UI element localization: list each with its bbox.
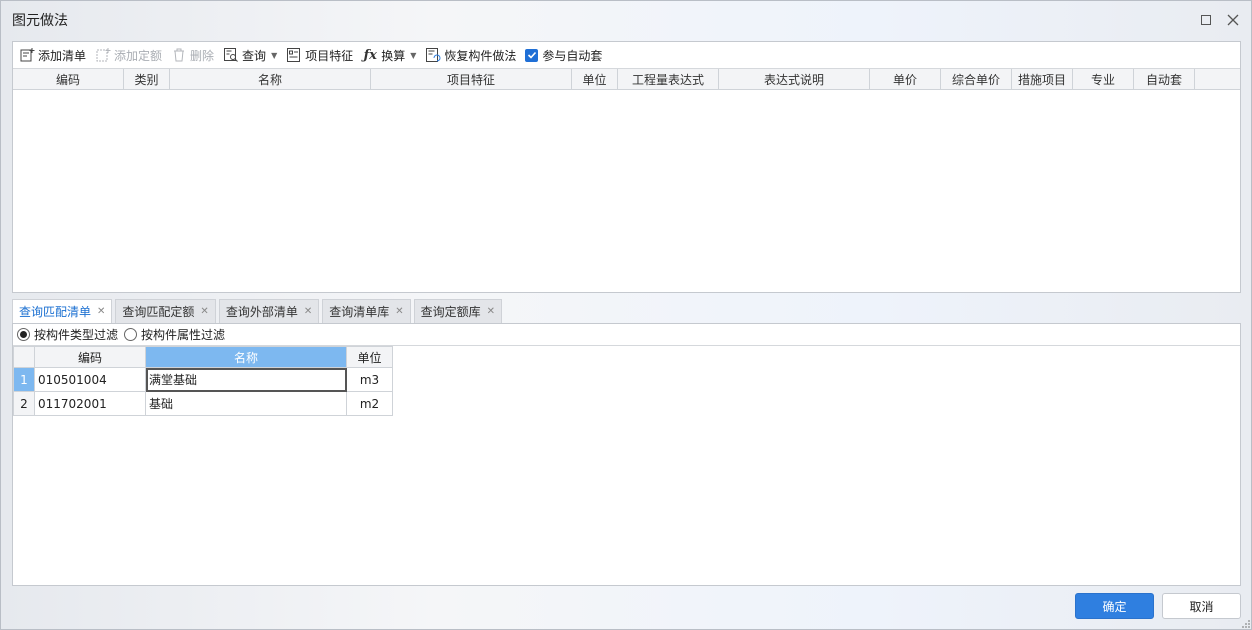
- column-header[interactable]: 项目特征: [371, 69, 572, 89]
- close-tab-icon[interactable]: ✕: [200, 306, 208, 317]
- row-number: 1: [13, 367, 35, 392]
- code-cell[interactable]: 011702001: [34, 391, 146, 416]
- tab-label: 查询外部清单: [225, 305, 298, 319]
- radio-empty-icon: [124, 328, 138, 341]
- query-tabs: 查询匹配清单 ✕ 查询匹配定额 ✕ 查询外部清单 ✕ 查询清单库 ✕ 查询定额库 ✕: [12, 299, 505, 323]
- column-header[interactable]: 编码: [34, 346, 146, 368]
- filter-by-type-radio[interactable]: 按构件类型过滤: [17, 326, 118, 343]
- toolbar: 添加清单 添加定额 删除 查询 ▼ 项目特征 ƒx 换算 ▼ 恢复构件做法 参与…: [13, 42, 1240, 69]
- auto-apply-label: 参与自动套: [542, 48, 603, 63]
- column-header[interactable]: 单位: [346, 346, 393, 368]
- convert-button[interactable]: ƒx 换算 ▼: [362, 47, 417, 64]
- radio-selected-icon: [17, 328, 30, 341]
- table-row[interactable]: 1 010501004 满堂基础 m3: [13, 367, 393, 392]
- method-panel: 添加清单 添加定额 删除 查询 ▼ 项目特征 ƒx 换算 ▼ 恢复构件做法 参与…: [12, 41, 1241, 293]
- close-icon: [1227, 14, 1239, 26]
- name-cell[interactable]: 满堂基础: [145, 367, 347, 392]
- tab-match-quota[interactable]: 查询匹配定额 ✕: [115, 299, 216, 323]
- resize-grip-icon[interactable]: [1241, 619, 1251, 629]
- close-button[interactable]: [1223, 10, 1243, 30]
- column-header[interactable]: 表达式说明: [719, 69, 870, 89]
- convert-label: 换算: [381, 48, 406, 63]
- dialog-window: 图元做法 添加清单 添加定额 删除 查询 ▼ 项目特征 ƒx 换算 ▼ 恢复构件…: [0, 0, 1252, 630]
- add-list-button[interactable]: 添加清单: [19, 47, 86, 64]
- column-header[interactable]: 单位: [572, 69, 618, 89]
- row-number-header: [13, 346, 35, 368]
- query-icon: [223, 47, 239, 63]
- filter-by-attr-label: 按构件属性过滤: [141, 328, 226, 342]
- close-tab-icon[interactable]: ✕: [304, 306, 312, 317]
- tab-label: 查询清单库: [329, 305, 390, 319]
- match-list-table: 编码 名称 单位 1 010501004 满堂基础 m3 2 011702001…: [13, 346, 393, 416]
- tab-label: 查询匹配定额: [122, 305, 195, 319]
- column-header[interactable]: 名称: [145, 346, 347, 368]
- query-panel: 按构件类型过滤 按构件属性过滤 编码 名称 单位 1 010501004 满堂基…: [12, 323, 1241, 586]
- caret-down-icon: ▼: [271, 50, 278, 60]
- checkmark-icon: [525, 48, 539, 62]
- tab-match-list[interactable]: 查询匹配清单 ✕: [12, 299, 113, 323]
- add-quota-icon: [95, 47, 111, 63]
- delete-button[interactable]: 删除: [171, 47, 214, 64]
- item-feature-label: 项目特征: [305, 48, 354, 63]
- title-bar: 图元做法: [1, 1, 1251, 39]
- filter-bar: 按构件类型过滤 按构件属性过滤: [13, 324, 1240, 346]
- restore-icon: [425, 47, 441, 63]
- table-row[interactable]: 2 011702001 基础 m2: [13, 391, 393, 416]
- add-list-icon: [19, 47, 35, 63]
- table-header-row: 编码 名称 单位: [13, 346, 393, 368]
- close-tab-icon[interactable]: ✕: [395, 306, 403, 317]
- column-header[interactable]: 措施项目: [1012, 69, 1073, 89]
- caret-down-icon: ▼: [410, 50, 417, 60]
- column-header[interactable]: 自动套: [1134, 69, 1195, 89]
- code-cell[interactable]: 010501004: [34, 367, 146, 392]
- method-grid-header: 编码 类别 名称 项目特征 单位 工程量表达式 表达式说明 单价 综合单价 措施…: [13, 69, 1240, 90]
- column-header[interactable]: 编码: [13, 69, 124, 89]
- column-header[interactable]: 专业: [1073, 69, 1134, 89]
- delete-label: 删除: [190, 48, 215, 63]
- auto-apply-checkbox[interactable]: 参与自动套: [525, 47, 602, 64]
- window-title: 图元做法: [12, 13, 68, 29]
- column-header[interactable]: 工程量表达式: [618, 69, 719, 89]
- column-header[interactable]: 类别: [124, 69, 170, 89]
- restore-label: 恢复构件做法: [444, 48, 517, 63]
- close-tab-icon[interactable]: ✕: [487, 306, 495, 317]
- name-cell[interactable]: 基础: [145, 391, 347, 416]
- column-header[interactable]: 名称: [170, 69, 371, 89]
- ok-button[interactable]: 确定: [1075, 593, 1154, 619]
- tab-label: 查询定额库: [420, 305, 481, 319]
- close-tab-icon[interactable]: ✕: [97, 306, 105, 317]
- add-quota-label: 添加定额: [114, 48, 163, 63]
- tab-list-library[interactable]: 查询清单库 ✕: [322, 299, 411, 323]
- filter-by-type-label: 按构件类型过滤: [34, 328, 119, 342]
- row-number: 2: [13, 391, 35, 416]
- add-list-label: 添加清单: [38, 48, 87, 63]
- item-feature-button[interactable]: 项目特征: [286, 47, 353, 64]
- column-header[interactable]: 综合单价: [941, 69, 1012, 89]
- tab-quota-library[interactable]: 查询定额库 ✕: [413, 299, 503, 323]
- filter-by-attr-radio[interactable]: 按构件属性过滤: [124, 326, 225, 343]
- unit-cell[interactable]: m3: [346, 367, 393, 392]
- restore-button[interactable]: 恢复构件做法: [425, 47, 516, 64]
- function-icon: ƒx: [363, 47, 377, 63]
- unit-cell[interactable]: m2: [346, 391, 393, 416]
- column-header[interactable]: 单价: [870, 69, 941, 89]
- maximize-button[interactable]: [1196, 10, 1216, 30]
- trash-icon: [171, 47, 187, 63]
- query-label: 查询: [242, 48, 267, 63]
- tab-label: 查询匹配清单: [19, 305, 92, 319]
- tab-external-list[interactable]: 查询外部清单 ✕: [218, 299, 320, 323]
- query-button[interactable]: 查询 ▼: [223, 47, 277, 64]
- item-feature-icon: [286, 47, 302, 63]
- maximize-icon: [1201, 15, 1211, 25]
- add-quota-button[interactable]: 添加定额: [95, 47, 162, 64]
- cancel-button[interactable]: 取消: [1162, 593, 1241, 619]
